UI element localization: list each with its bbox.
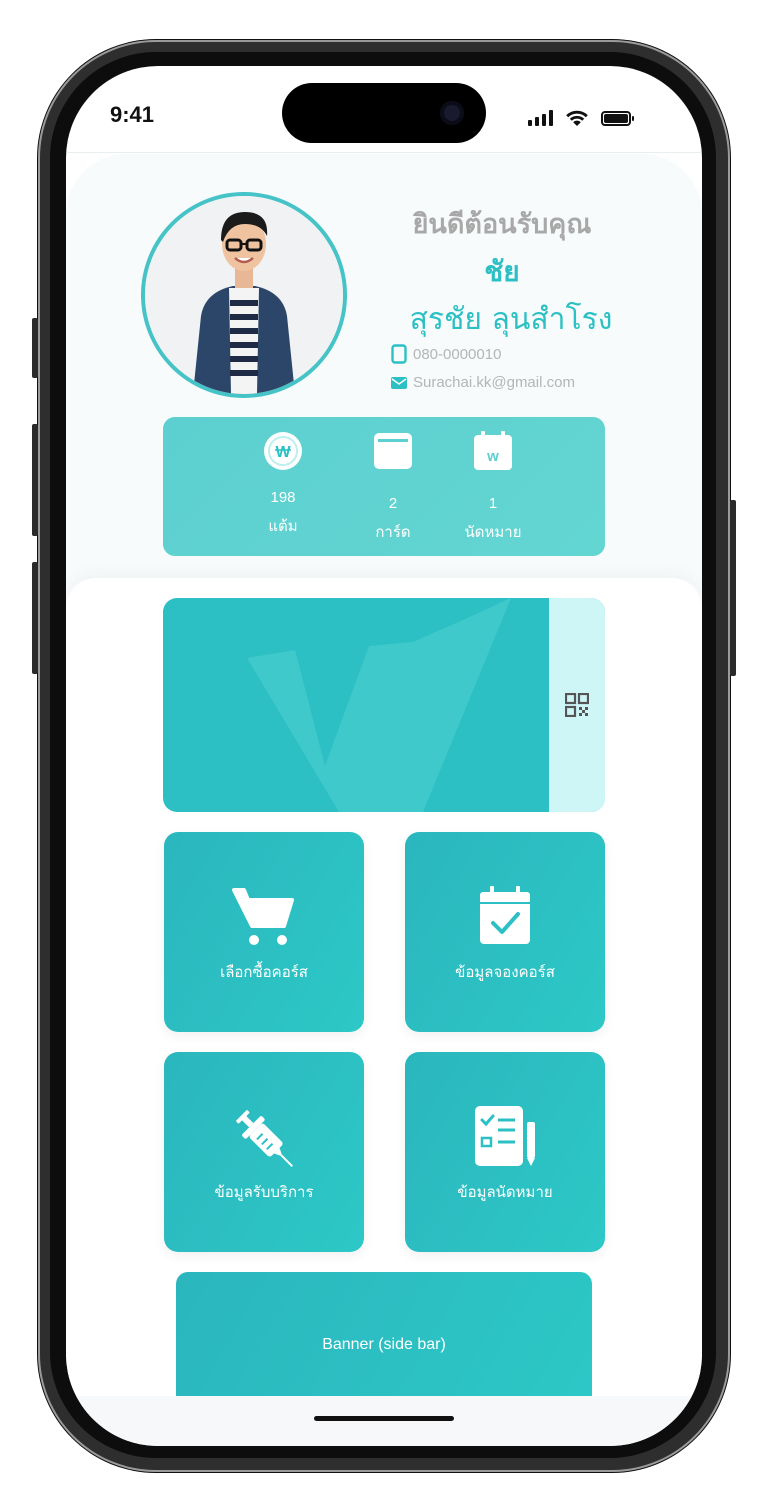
stats-card: W 198 แต้ม 2 การ์ด w 1 นัดหมาย (163, 417, 605, 556)
shopping-cart-icon (232, 888, 294, 945)
service-info-tile[interactable]: ข้อมูลรับบริการ (164, 1052, 364, 1252)
full-name: สุรชัย ลุนสำโรง (409, 302, 613, 337)
wifi-icon (566, 110, 588, 126)
status-time: 9:41 (110, 102, 155, 127)
screen: 9:41 ยินดีต้อนรับคุณ ชัย สุรชัย ลุนสำโรง… (66, 66, 702, 1446)
front-camera-icon (440, 101, 464, 125)
volume-up-button (32, 424, 38, 536)
course-booking-tile[interactable]: ข้อมูลจองคอร์ส (405, 832, 605, 1032)
appointments-label: นัดหมาย (464, 523, 522, 541)
stat-cards[interactable]: 2 การ์ด (353, 431, 433, 544)
buy-course-tile[interactable]: เลือกซื้อคอร์ส (164, 832, 364, 1032)
checklist-icon (475, 1106, 535, 1166)
points-value: 198 (270, 489, 296, 506)
cellular-signal-icon (528, 110, 553, 126)
email-address: Surachai.kk@gmail.com (413, 374, 575, 391)
qr-code-icon (565, 693, 589, 717)
home-bar-area (66, 1396, 702, 1446)
cards-label: การ์ด (375, 523, 411, 541)
avatar[interactable] (141, 192, 347, 398)
appointment-info-label: ข้อมูลนัดหมาย (457, 1183, 553, 1201)
home-indicator[interactable] (314, 1416, 454, 1421)
cards-value: 2 (388, 495, 398, 512)
mute-switch (32, 318, 38, 378)
nickname: ชัย (484, 255, 520, 288)
qr-strip[interactable] (549, 598, 605, 812)
points-label: แต้ม (268, 517, 298, 535)
buy-course-label: เลือกซื้อคอร์ส (220, 963, 308, 981)
stat-points[interactable]: W 198 แต้ม (243, 431, 323, 538)
dynamic-island (282, 83, 486, 143)
email-row: Surachai.kk@gmail.com (391, 374, 575, 391)
power-button (730, 500, 736, 676)
appointments-value: 1 (488, 495, 498, 512)
syringe-icon (236, 1110, 293, 1167)
mail-icon (391, 376, 407, 389)
side-banner[interactable]: Banner (side bar) (176, 1272, 592, 1412)
banner-label: Banner (side bar) (322, 1336, 446, 1353)
appointment-info-tile[interactable]: ข้อมูลนัดหมาย (405, 1052, 605, 1252)
status-icons (528, 106, 634, 130)
stat-appointments[interactable]: w 1 นัดหมาย (453, 431, 533, 544)
battery-icon (601, 110, 634, 126)
phone-row: 080-0000010 (391, 344, 501, 364)
svg-text:W: W (275, 444, 291, 461)
status-divider (66, 152, 702, 153)
calendar-w-icon: w (474, 431, 512, 470)
svg-text:w: w (486, 448, 499, 465)
avatar-photo (145, 196, 343, 394)
greeting-text: ยินดีต้อนรับคุณ (412, 209, 592, 240)
service-info-label: ข้อมูลรับบริการ (214, 1183, 314, 1201)
coin-w-icon: W (264, 432, 302, 470)
mobile-phone-icon (391, 344, 407, 364)
calendar-check-icon (480, 886, 530, 944)
member-card[interactable] (163, 598, 605, 812)
card-icon (374, 433, 412, 469)
brand-w-watermark-icon (247, 598, 511, 812)
volume-down-button (32, 562, 38, 674)
course-booking-label: ข้อมูลจองคอร์ส (455, 963, 555, 981)
phone-number: 080-0000010 (413, 345, 502, 363)
